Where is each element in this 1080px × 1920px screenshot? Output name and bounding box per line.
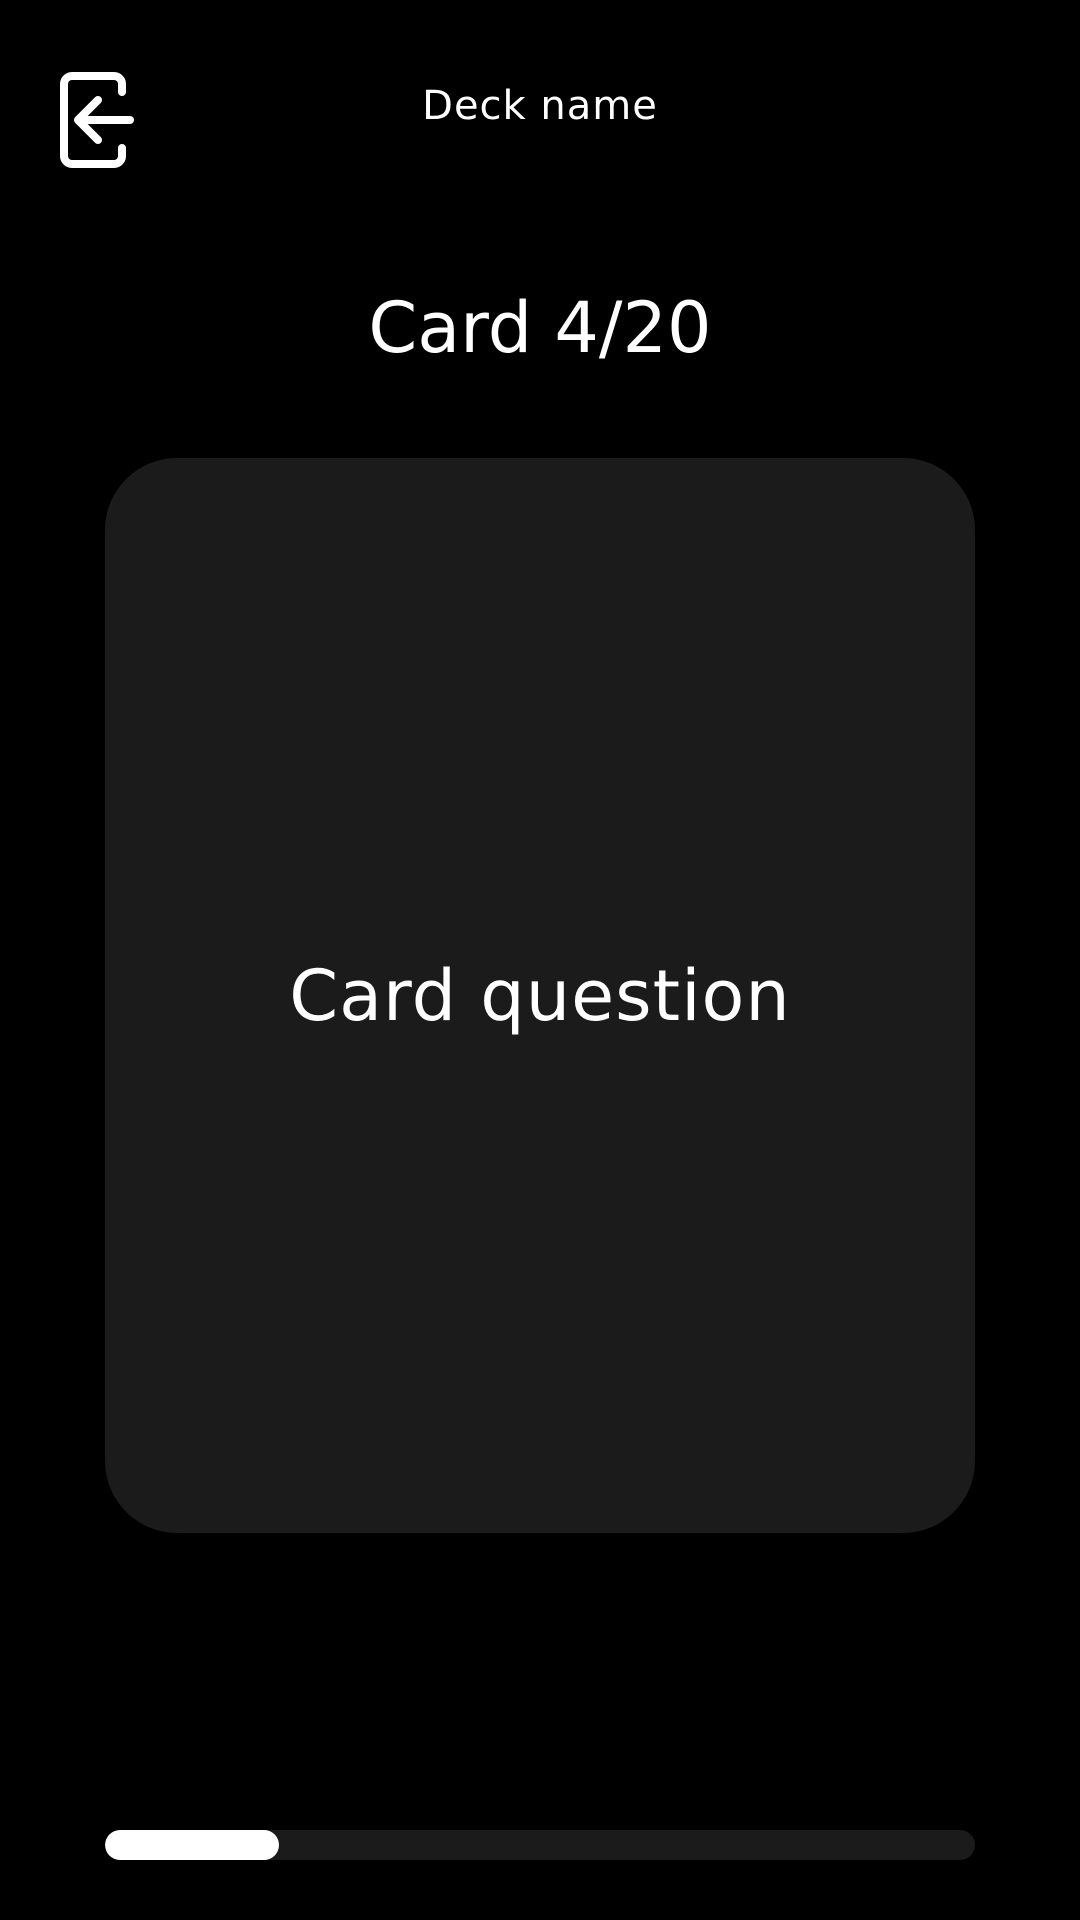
flashcard[interactable]: Card question xyxy=(105,458,975,1533)
progress-bar xyxy=(105,1830,975,1860)
progress-bar-fill xyxy=(105,1830,279,1860)
card-counter: Card 4/20 xyxy=(368,287,712,369)
card-question-text: Card question xyxy=(289,954,791,1037)
deck-name-title: Deck name xyxy=(422,83,658,129)
